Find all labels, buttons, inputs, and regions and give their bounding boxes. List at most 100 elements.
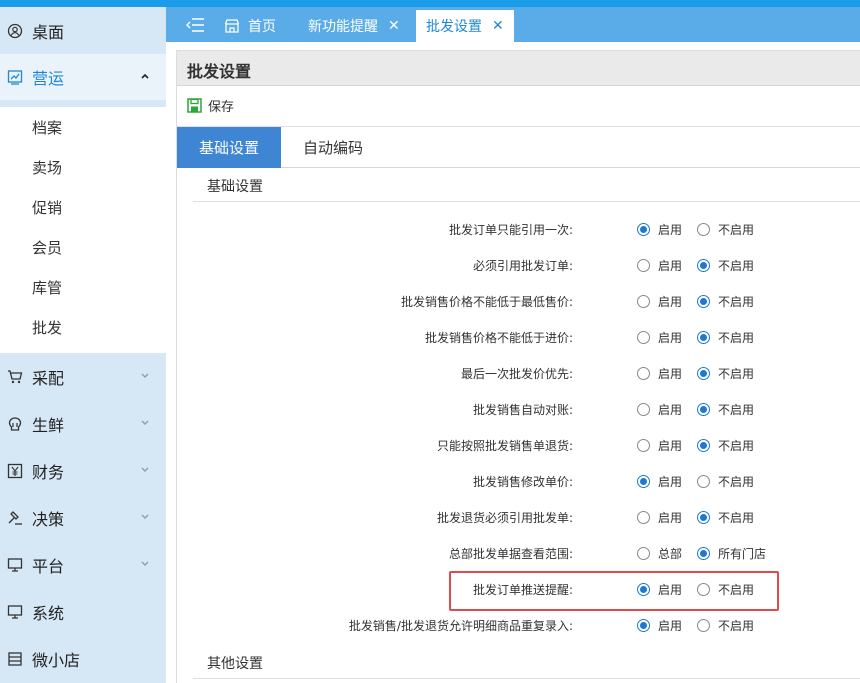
sidebar-item-label: 生鲜 xyxy=(32,416,65,435)
setting-row: 必须引用批发订单: 启用 不启用 xyxy=(177,253,860,277)
radio-option[interactable]: 不启用 xyxy=(697,221,754,238)
radio-checked-icon[interactable] xyxy=(697,295,710,308)
sidebar-item-desktop[interactable]: 桌面 xyxy=(0,8,166,54)
radio-label: 不启用 xyxy=(718,439,755,453)
radio-checked-icon[interactable] xyxy=(637,619,650,632)
setting-row: 批发销售价格不能低于进价: 启用 不启用 xyxy=(177,325,860,349)
menu-collapse-icon[interactable] xyxy=(186,17,206,33)
submenu-item-wholesale[interactable]: 批发 xyxy=(32,317,62,338)
sidebar-item-platform[interactable]: 平台 xyxy=(0,542,166,588)
chevron-down-icon[interactable] xyxy=(140,371,150,381)
radio-option[interactable]: 不启用 xyxy=(697,401,754,418)
radio-unchecked-icon[interactable] xyxy=(637,295,650,308)
radio-option[interactable]: 启用 xyxy=(637,329,682,346)
chevron-down-icon[interactable] xyxy=(140,559,150,569)
radio-label: 不启用 xyxy=(718,475,755,489)
radio-unchecked-icon[interactable] xyxy=(637,367,650,380)
sidebar-submenu: 档案 卖场 促销 会员 库管 批发 xyxy=(0,107,166,353)
save-button[interactable]: 保存 xyxy=(187,96,234,115)
radio-option[interactable]: 不启用 xyxy=(697,473,754,490)
radio-option[interactable]: 启用 xyxy=(637,473,682,490)
radio-option[interactable]: 不启用 xyxy=(697,365,754,382)
radio-option[interactable]: 不启用 xyxy=(697,437,754,454)
sidebar-item-label: 决策 xyxy=(32,510,65,529)
radio-label: 不启用 xyxy=(718,403,755,417)
close-icon[interactable]: ✕ xyxy=(388,18,400,34)
section-basic-header: 基础设置 xyxy=(193,168,860,202)
radio-label: 启用 xyxy=(658,259,683,273)
submenu-item-inventory[interactable]: 库管 xyxy=(32,277,62,298)
chevron-down-icon[interactable] xyxy=(140,465,150,475)
radio-option[interactable]: 启用 xyxy=(637,401,682,418)
subtab-basic[interactable]: 基础设置 xyxy=(177,127,281,168)
radio-label: 启用 xyxy=(658,403,683,417)
subtab-auto-code[interactable]: 自动编码 xyxy=(281,127,385,168)
radio-checked-icon[interactable] xyxy=(637,475,650,488)
tab-wholesale-settings[interactable]: 批发设置 ✕ xyxy=(416,10,514,42)
page-title: 批发设置 xyxy=(187,62,252,81)
radio-unchecked-icon[interactable] xyxy=(697,475,710,488)
radio-option[interactable]: 不启用 xyxy=(697,257,754,274)
sidebar-item-system[interactable]: 系统 xyxy=(0,589,166,635)
sidebar-item-operations[interactable]: 营运 xyxy=(0,54,166,100)
radio-option[interactable]: 启用 xyxy=(637,257,682,274)
submenu-item-promotion[interactable]: 促销 xyxy=(32,197,62,218)
submenu-item-member[interactable]: 会员 xyxy=(32,237,62,258)
radio-option[interactable]: 启用 xyxy=(637,221,682,238)
radio-option[interactable]: 不启用 xyxy=(697,509,754,526)
radio-option[interactable]: 所有门店 xyxy=(697,545,766,562)
radio-checked-icon[interactable] xyxy=(697,439,710,452)
setting-row: 只能按照批发销售单退货: 启用 不启用 xyxy=(177,433,860,457)
radio-unchecked-icon[interactable] xyxy=(637,547,650,560)
radio-option[interactable]: 启用 xyxy=(637,365,682,382)
radio-checked-icon[interactable] xyxy=(697,547,710,560)
submenu-item-archive[interactable]: 档案 xyxy=(32,117,62,138)
submenu-item-store[interactable]: 卖场 xyxy=(32,157,62,178)
tab-home[interactable]: 首页 xyxy=(224,10,276,42)
radio-option[interactable]: 启用 xyxy=(637,437,682,454)
chevron-down-icon[interactable] xyxy=(140,512,150,522)
radio-unchecked-icon[interactable] xyxy=(637,511,650,524)
radio-unchecked-icon[interactable] xyxy=(637,403,650,416)
radio-checked-icon[interactable] xyxy=(697,367,710,380)
radio-option[interactable]: 启用 xyxy=(637,509,682,526)
radio-option[interactable]: 总部 xyxy=(637,545,682,562)
chevron-up-icon[interactable] xyxy=(140,71,150,81)
sidebar-item-fresh[interactable]: 生鲜 xyxy=(0,401,166,447)
close-icon[interactable]: ✕ xyxy=(492,18,504,34)
radio-option[interactable]: 不启用 xyxy=(697,293,754,310)
radio-checked-icon[interactable] xyxy=(697,511,710,524)
page-title-bar: 批发设置 xyxy=(177,51,860,86)
platform-icon xyxy=(6,556,24,574)
radio-label: 不启用 xyxy=(718,619,755,633)
tab-new-features[interactable]: 新功能提醒 ✕ xyxy=(308,10,400,42)
radio-unchecked-icon[interactable] xyxy=(697,619,710,632)
radio-option[interactable]: 启用 xyxy=(637,617,682,634)
sidebar-item-purchase[interactable]: 采配 xyxy=(0,354,166,400)
radio-label: 不启用 xyxy=(718,295,755,309)
radio-checked-icon[interactable] xyxy=(637,223,650,236)
save-label: 保存 xyxy=(208,100,235,115)
radio-checked-icon[interactable] xyxy=(697,331,710,344)
sidebar-item-decision[interactable]: 决策 xyxy=(0,495,166,541)
sidebar-item-finance[interactable]: 财务 xyxy=(0,448,166,494)
sidebar-item-label: 桌面 xyxy=(32,23,65,42)
radio-checked-icon[interactable] xyxy=(697,403,710,416)
finance-icon xyxy=(6,462,24,480)
radio-option[interactable]: 不启用 xyxy=(697,329,754,346)
sidebar-item-micro-shop[interactable]: 微小店 xyxy=(0,636,166,682)
radio-option[interactable]: 启用 xyxy=(637,293,682,310)
radio-unchecked-icon[interactable] xyxy=(697,223,710,236)
radio-label: 不启用 xyxy=(718,259,755,273)
radio-unchecked-icon[interactable] xyxy=(637,259,650,272)
section-title: 其他设置 xyxy=(207,656,263,672)
radio-unchecked-icon[interactable] xyxy=(637,331,650,344)
sidebar-item-label: 采配 xyxy=(32,369,65,388)
radio-option[interactable]: 不启用 xyxy=(697,617,754,634)
setting-row: 批发退货必须引用批发单: 启用 不启用 xyxy=(177,505,860,529)
radio-checked-icon[interactable] xyxy=(697,259,710,272)
system-icon xyxy=(6,603,24,621)
chevron-down-icon[interactable] xyxy=(140,418,150,428)
sidebar-item-label: 财务 xyxy=(32,463,65,482)
radio-unchecked-icon[interactable] xyxy=(637,439,650,452)
